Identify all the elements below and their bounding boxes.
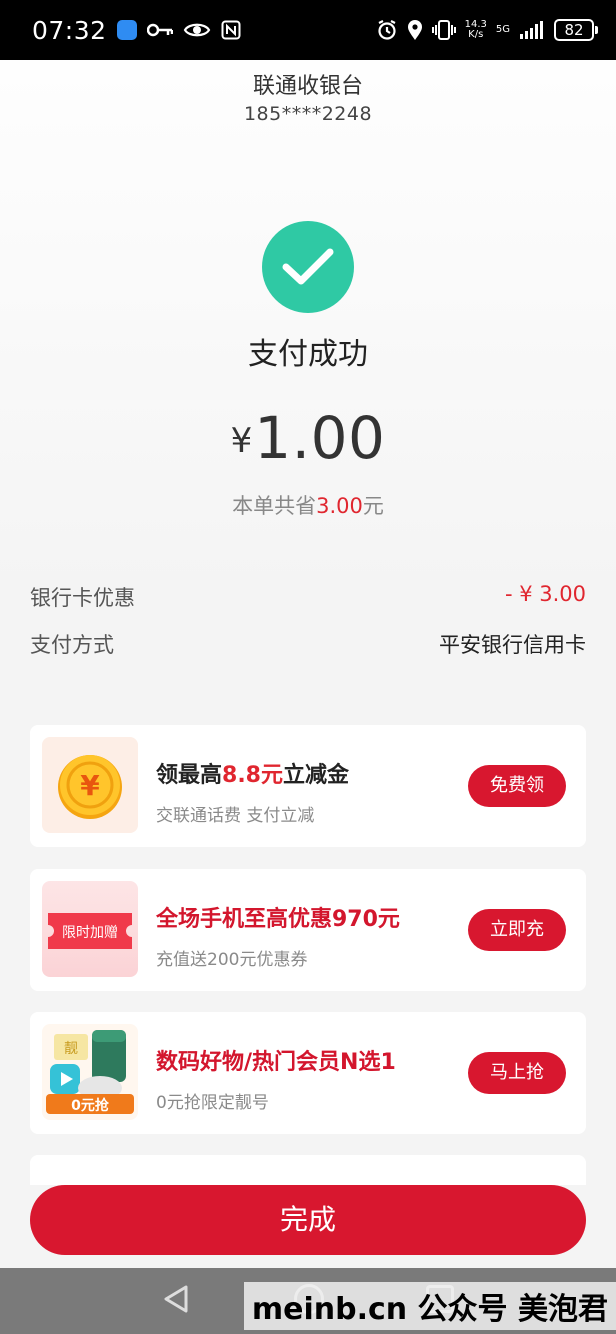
ticket-icon: 限时加赠 [48,913,132,949]
key-icon [146,23,173,37]
vibrate-icon [431,20,456,40]
savings-amount: 3.00 [316,494,363,518]
next-card-peek [30,1155,586,1185]
eye-icon [183,21,211,39]
gift-thumbnail: 限时加赠 [42,881,138,977]
payment-status: 支付成功 [248,337,368,372]
offer-card-phone-deal[interactable]: 限时加赠 全场手机至高优惠970元 充值送200元优惠券 立即充 [30,869,586,991]
offer-title: 领最高8.8元立减金 [156,757,349,789]
offer-subtitle: 充值送200元优惠券 [156,950,308,970]
offer-title: 数码好物/热门会员N选1 [156,1050,396,1075]
paid-amount: ¥1.00 [0,404,616,472]
offer-title-post: 立减金 [283,763,350,788]
signal-icon [519,20,545,40]
offer-title-pre: 领最高 [156,763,223,788]
status-right: 14.3 K/s 5G 82 [376,19,598,41]
battery-indicator: 82 [554,19,598,41]
offer-title-highlight: 8.8元 [222,763,283,788]
watermark-text: meinb.cn 公众号 美泡君 [243,1282,616,1330]
status-bar: 07:32 14.3 K/s 5G 82 [0,0,616,60]
ticket-label: 限时加赠 [62,925,118,941]
amount-value: 1.00 [254,404,386,472]
alarm-icon [376,19,398,41]
network-type: 5G [495,24,510,35]
currency-symbol: ¥ [230,421,253,461]
done-button[interactable]: 完成 [30,1185,586,1255]
offer-title: 全场手机至高优惠970元 [156,907,400,932]
products-thumbnail: 靓 0元抢 [42,1024,138,1120]
savings-prefix: 本单共省 [232,494,317,518]
detail-value: - ¥ 3.00 [504,582,586,606]
offer-card-digital-goods[interactable]: 靓 0元抢 数码好物/热门会员N选1 0元抢限定靓号 马上抢 [30,1012,586,1134]
free-grab-badge: 0元抢 [71,1097,110,1114]
page-title: 联通收银台 [252,74,363,99]
location-icon [407,19,423,41]
coin-symbol: ¥ [80,769,100,802]
back-icon[interactable] [162,1284,190,1318]
detail-label: 银行卡优惠 [30,586,135,610]
tag-text: 靓 [64,1041,78,1057]
savings-text: 本单共省3.00元 [0,490,616,520]
nfc-icon [221,20,241,40]
net-speed: 14.3 K/s [465,20,487,40]
detail-row-bank-discount: 银行卡优惠 - ¥ 3.00 [30,582,586,612]
offer-subtitle: 交联通话费 支付立减 [156,806,315,826]
grab-now-button[interactable]: 马上抢 [468,1052,566,1094]
detail-value: 平安银行信用卡 [439,633,586,657]
message-app-icon [116,20,137,40]
offer-card-cashback[interactable]: ¥ 领最高8.8元立减金 交联通话费 支付立减 免费领 [30,725,586,847]
detail-row-payment-method: 支付方式 平安银行信用卡 [30,629,586,659]
account-phone: 185****2248 [243,103,373,125]
offer-subtitle: 0元抢限定靓号 [156,1093,269,1113]
claim-free-button[interactable]: 免费领 [468,765,566,807]
savings-suffix: 元 [362,494,384,518]
net-speed-unit: K/s [468,29,484,40]
success-check-icon [262,221,354,313]
detail-label: 支付方式 [30,633,114,657]
status-time: 07:32 [32,15,107,45]
products-icon: 靓 0元抢 [46,1030,134,1114]
status-left: 07:32 [32,16,241,45]
yen-coin-icon: ¥ [58,755,122,819]
recharge-now-button[interactable]: 立即充 [468,909,566,951]
coin-thumbnail: ¥ [42,737,138,833]
